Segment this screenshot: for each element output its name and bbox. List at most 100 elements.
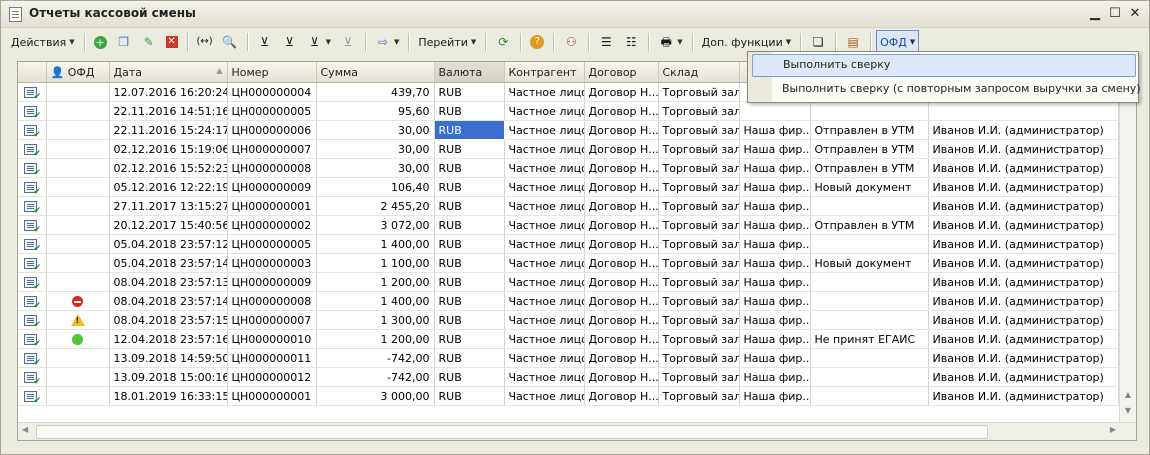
col-currency-header[interactable]: Валюта <box>434 62 505 83</box>
cell-number[interactable]: ЦН000000002 <box>227 215 317 235</box>
cell-warehouse[interactable]: Торговый зал <box>658 196 740 216</box>
scroll-right-icon[interactable]: ▶ <box>1110 425 1116 434</box>
cell-sum[interactable]: 1 200,00 <box>316 329 435 349</box>
cell-sum[interactable]: 1 200,00 <box>316 272 435 292</box>
cell-number[interactable]: ЦН000000005 <box>227 101 317 121</box>
cell-number[interactable]: ЦН000000007 <box>227 139 317 159</box>
table-row[interactable]: ✔ 20.12.2017 15:40:56 ЦН000000002 3 072,00 R… <box>18 215 1119 235</box>
cell-currency[interactable]: RUB <box>434 253 505 273</box>
cell-contract[interactable]: Договор Н... <box>584 272 659 292</box>
cell-currency[interactable]: RUB <box>434 367 505 387</box>
cell-number[interactable]: ЦН000000003 <box>227 253 317 273</box>
cell-ofd[interactable] <box>46 253 110 273</box>
cell-number[interactable]: ЦН000000012 <box>227 367 317 387</box>
table-row[interactable]: ✔ 08.04.2018 23:57:13 ЦН000000009 1 200,00 R… <box>18 272 1119 292</box>
cell-author[interactable] <box>928 101 1119 121</box>
cell-counterparty[interactable]: Частное лицо <box>504 234 585 254</box>
cell-contract[interactable]: Договор Н... <box>584 177 659 197</box>
cell-org[interactable]: Наша фир... <box>739 310 811 330</box>
cell-status[interactable]: Новый документ <box>810 177 929 197</box>
refresh-button[interactable]: ⟳ <box>491 30 515 54</box>
help-button[interactable]: ? <box>526 30 548 54</box>
cell-date[interactable]: 22.11.2016 15:24:17 <box>109 120 228 140</box>
cell-ofd[interactable] <box>46 367 110 387</box>
cell-sum[interactable]: 30,00 <box>316 120 435 140</box>
cell-counterparty[interactable]: Частное лицо <box>504 120 585 140</box>
cell-status[interactable] <box>810 272 929 292</box>
cell-status[interactable]: Не принят ЕГАИС <box>810 329 929 349</box>
cell-warehouse[interactable]: Торговый зал <box>658 215 740 235</box>
edit-button[interactable]: ✎ <box>137 30 161 54</box>
cell-status[interactable]: Новый документ <box>810 253 929 273</box>
cell-sum[interactable]: 1 100,00 <box>316 253 435 273</box>
cell-org[interactable]: Наша фир... <box>739 386 811 406</box>
cell-ofd[interactable] <box>46 196 110 216</box>
cell-icon[interactable]: ✔ <box>18 329 47 349</box>
cell-counterparty[interactable]: Частное лицо <box>504 139 585 159</box>
cell-warehouse[interactable]: Торговый зал <box>658 310 740 330</box>
cell-contract[interactable]: Договор Н... <box>584 101 659 121</box>
col-icon-header[interactable] <box>18 62 47 83</box>
menu-item-reconcile[interactable]: Выполнить сверку <box>752 54 1136 77</box>
cell-icon[interactable]: ✔ <box>18 234 47 254</box>
cell-org[interactable]: Наша фир... <box>739 348 811 368</box>
cell-ofd[interactable] <box>46 177 110 197</box>
cell-org[interactable]: Наша фир... <box>739 367 811 387</box>
cell-ofd[interactable] <box>46 291 110 311</box>
cell-currency[interactable]: RUB <box>434 158 505 178</box>
cell-status[interactable] <box>810 348 929 368</box>
cell-sum[interactable]: 2 455,20 <box>316 196 435 216</box>
table-row[interactable]: ✔ 08.04.2018 23:57:14 ЦН000000008 1 400,00 R… <box>18 291 1119 311</box>
cell-number[interactable]: ЦН000000010 <box>227 329 317 349</box>
table-row[interactable]: ✔! 08.04.2018 23:57:15 ЦН000000007 1 300,00… <box>18 310 1119 330</box>
cell-date[interactable]: 13.09.2018 15:00:16 <box>109 367 228 387</box>
copy-button[interactable]: ❐ <box>112 30 136 54</box>
filter-by-value-button[interactable]: ⊻ <box>278 30 302 54</box>
table-row[interactable]: ✔ 13.09.2018 15:00:16 ЦН000000012 -742,00 RU… <box>18 367 1119 387</box>
close-button[interactable]: ✕ <box>1127 6 1143 22</box>
cell-ofd[interactable] <box>46 139 110 159</box>
cell-currency[interactable]: RUB <box>434 101 505 121</box>
cell-number[interactable]: ЦН000000005 <box>227 234 317 254</box>
cell-author[interactable]: Иванов И.И. (администратор) <box>928 215 1119 235</box>
cell-date[interactable]: 05.04.2018 23:57:12 <box>109 234 228 254</box>
cell-contract[interactable]: Договор Н... <box>584 234 659 254</box>
cell-currency[interactable]: RUB <box>434 291 505 311</box>
cell-date[interactable]: 08.04.2018 23:57:13 <box>109 272 228 292</box>
add-button[interactable]: + <box>90 30 111 54</box>
cell-counterparty[interactable]: Частное лицо <box>504 310 585 330</box>
filter-history-button[interactable]: ⊻ ▼ <box>303 30 335 54</box>
cell-contract[interactable]: Договор Н... <box>584 348 659 368</box>
cell-number[interactable]: ЦН000000009 <box>227 177 317 197</box>
cell-counterparty[interactable]: Частное лицо <box>504 253 585 273</box>
cell-counterparty[interactable]: Частное лицо <box>504 82 585 102</box>
cell-ofd[interactable] <box>46 386 110 406</box>
cell-org[interactable]: Наша фир... <box>739 234 811 254</box>
filter-button[interactable]: ⊻ <box>253 30 277 54</box>
cell-warehouse[interactable]: Торговый зал <box>658 101 740 121</box>
cell-counterparty[interactable]: Частное лицо <box>504 158 585 178</box>
print-button[interactable]: 🖶 ▼ <box>654 30 686 54</box>
cell-author[interactable]: Иванов И.И. (администратор) <box>928 177 1119 197</box>
cell-org[interactable]: Наша фир... <box>739 120 811 140</box>
cell-warehouse[interactable]: Торговый зал <box>658 234 740 254</box>
cell-warehouse[interactable]: Торговый зал <box>658 329 740 349</box>
cell-author[interactable]: Иванов И.И. (администратор) <box>928 196 1119 216</box>
cell-date[interactable]: 27.11.2017 13:15:27 <box>109 196 228 216</box>
cell-warehouse[interactable]: Торговый зал <box>658 139 740 159</box>
cell-status[interactable] <box>810 291 929 311</box>
goto-menu-button[interactable]: Перейти ▼ <box>414 30 480 54</box>
cell-icon[interactable]: ✔ <box>18 386 47 406</box>
col-number-header[interactable]: Номер <box>227 62 317 83</box>
cell-currency[interactable]: RUB <box>434 177 505 197</box>
cell-org[interactable]: Наша фир... <box>739 139 811 159</box>
cell-number[interactable]: ЦН000000001 <box>227 386 317 406</box>
cell-author[interactable]: Иванов И.И. (администратор) <box>928 310 1119 330</box>
cell-contract[interactable]: Договор Н... <box>584 253 659 273</box>
cell-counterparty[interactable]: Частное лицо <box>504 329 585 349</box>
cell-icon[interactable]: ✔ <box>18 253 47 273</box>
cell-contract[interactable]: Договор Н... <box>584 310 659 330</box>
cell-org[interactable]: Наша фир... <box>739 253 811 273</box>
cell-author[interactable]: Иванов И.И. (администратор) <box>928 367 1119 387</box>
cell-counterparty[interactable]: Частное лицо <box>504 272 585 292</box>
